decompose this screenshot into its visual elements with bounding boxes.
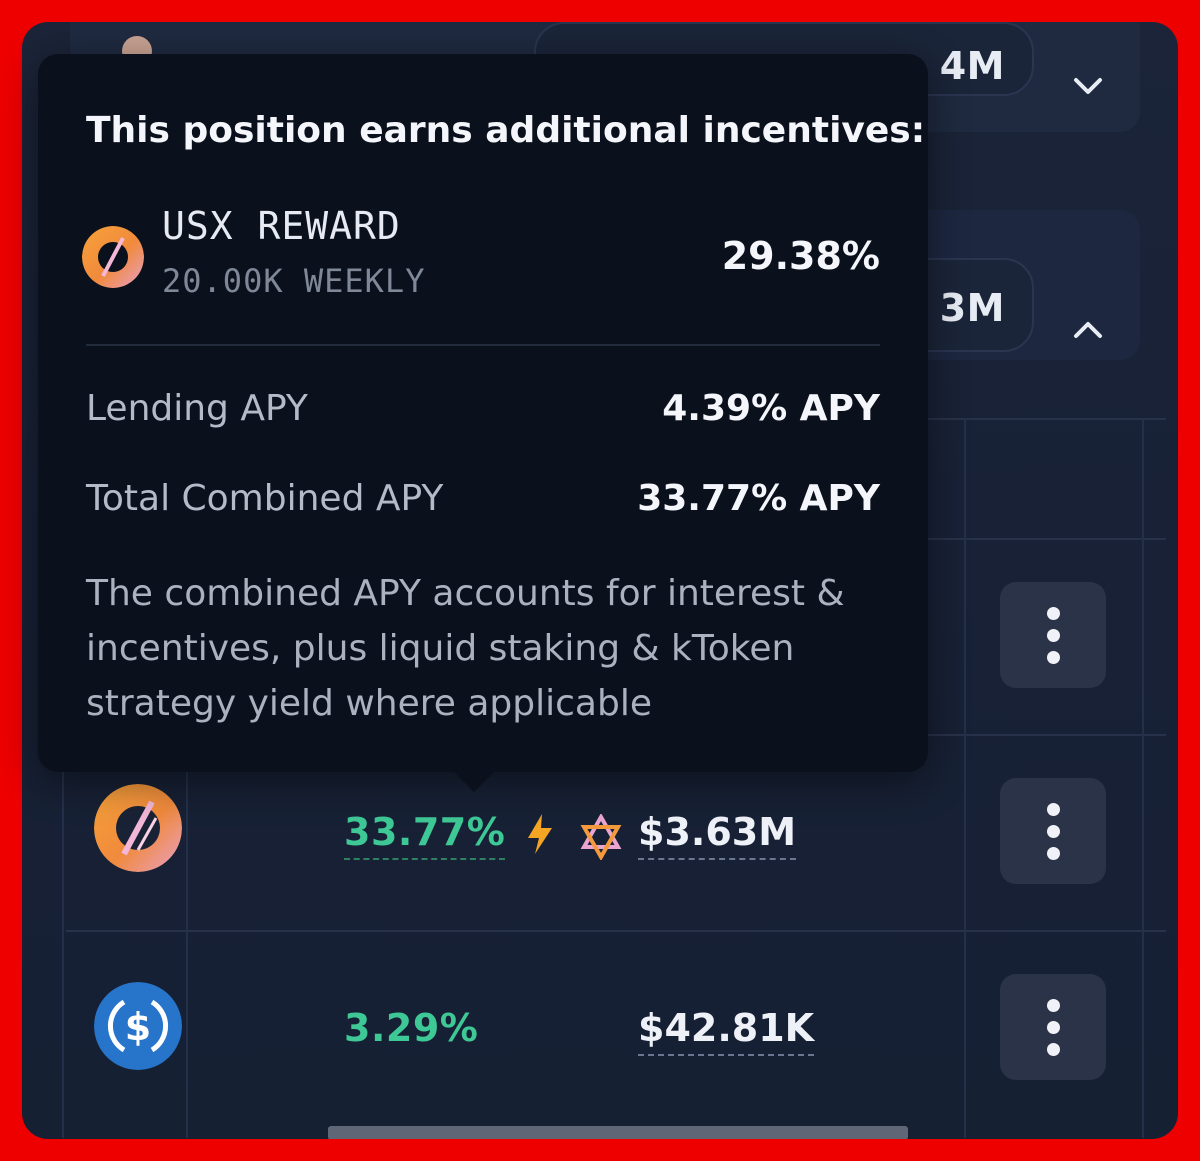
lightning-icon	[528, 814, 552, 854]
chevron-down-icon[interactable]	[1068, 66, 1108, 106]
kebab-dot	[1046, 606, 1060, 620]
kebab-dot	[1046, 998, 1060, 1012]
total-apy-value: 33.77% APY	[637, 478, 880, 519]
usx-token-icon	[94, 784, 182, 872]
horizontal-scrollbar[interactable]	[328, 1126, 908, 1139]
supply-apy[interactable]: 33.77%	[344, 810, 506, 860]
usx-token-icon	[82, 226, 144, 288]
table-divider	[66, 930, 1166, 932]
supplied-value[interactable]: $3.63M	[638, 810, 797, 860]
star-of-david-icon	[580, 814, 622, 860]
supply-apy[interactable]: 3.29%	[344, 1006, 478, 1054]
kebab-dot	[1046, 824, 1060, 838]
reward-percent: 29.38%	[721, 234, 880, 278]
table-divider	[1142, 418, 1144, 1138]
kebab-dot	[1046, 1020, 1060, 1034]
apy-tooltip: This position earns additional incentive…	[38, 54, 928, 772]
tooltip-arrow	[452, 770, 496, 792]
lending-apy-value: 4.39% APY	[662, 388, 880, 429]
kebab-dot	[1046, 802, 1060, 816]
table-divider	[964, 418, 966, 1138]
kebab-menu-button[interactable]	[1000, 778, 1106, 884]
lending-apy-label: Lending APY	[86, 388, 308, 429]
tooltip-title: This position earns additional incentive…	[86, 110, 926, 151]
market-size-value: 3M	[926, 286, 1005, 330]
kebab-dot	[1046, 1042, 1060, 1056]
usdc-token-icon: $	[94, 982, 182, 1070]
tooltip-note: The combined APY accounts for interest &…	[86, 573, 845, 724]
kebab-dot	[1046, 846, 1060, 860]
reward-name: USX REWARD	[162, 204, 401, 248]
chevron-up-icon[interactable]	[1068, 310, 1108, 350]
reward-weekly: 20.00K WEEKLY	[162, 262, 426, 300]
total-apy-label: Total Combined APY	[86, 478, 444, 519]
kebab-menu-button[interactable]	[1000, 582, 1106, 688]
tooltip-divider	[86, 344, 880, 346]
supplied-value[interactable]: $42.81K	[638, 1006, 815, 1056]
kebab-dot	[1046, 628, 1060, 642]
kebab-dot	[1046, 650, 1060, 664]
market-size-value: 4M	[926, 44, 1005, 88]
kebab-menu-button[interactable]	[1000, 974, 1106, 1080]
svg-text:$: $	[125, 1005, 151, 1049]
